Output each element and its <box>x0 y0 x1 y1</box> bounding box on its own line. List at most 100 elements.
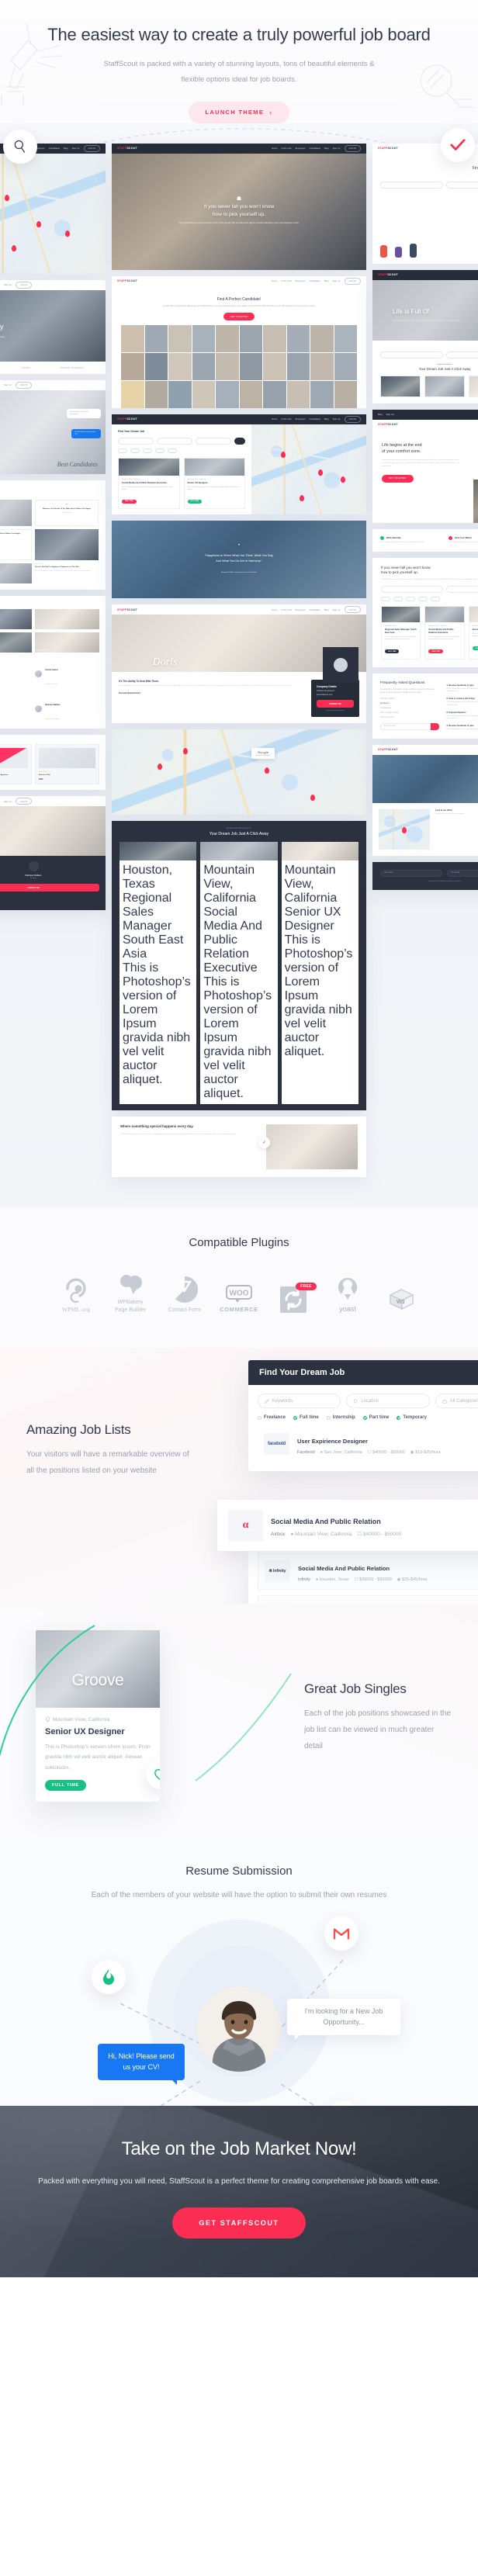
hero-section: The easiest way to create a truly powerf… <box>0 0 478 123</box>
keywords-field[interactable] <box>118 437 154 445</box>
plugin-wpml[interactable]: WPML.org <box>54 1278 98 1314</box>
type-radio-parttime[interactable]: Part time <box>362 1415 389 1420</box>
woocommerce-icon: WOO <box>226 1285 252 1303</box>
deal-title: It’s The Ability To Deal With Them. <box>119 680 159 684</box>
product-card[interactable]: ★★★★☆ Business Plan $150 <box>35 743 99 785</box>
free-badge: FREE <box>296 1283 317 1291</box>
job-card[interactable]: Mountain View, California Social Media A… <box>118 457 180 510</box>
shot-bubble-white: I'm looking for a New Job Opportunity... <box>67 408 101 419</box>
work-remote-body: Lorem gravida nibh vel velit auctor, lor… <box>380 541 424 543</box>
faq-search-input[interactable]: Enter keyword <box>380 722 431 730</box>
faq-link-active[interactable]: Eurlsfaund <box>380 702 439 705</box>
flame-icon <box>103 1968 114 1985</box>
type-chip[interactable] <box>393 597 403 602</box>
type-chip[interactable] <box>381 597 390 602</box>
comfort-sub: Lorem ipsum dolor gravida nibh vel velit… <box>382 459 459 468</box>
job-single-card[interactable]: Groove Mountain View, California Senior … <box>36 1630 160 1802</box>
job-card[interactable]: Houston, Texas Regional Sales Manager So… <box>381 606 421 660</box>
faq-link[interactable]: Company policies <box>380 698 439 700</box>
faq-link[interactable]: How to create a listing <box>380 712 439 714</box>
location-field[interactable] <box>446 586 478 594</box>
get-started-button[interactable]: GET STARTED <box>382 474 414 483</box>
job-title: Social Media And Public Relation <box>298 1565 390 1573</box>
job-row[interactable]: ⦾ Infinity Social Media And Public Relat… <box>258 1553 478 1591</box>
job-card[interactable]: Mountain View, California Senior UX Desi… <box>183 457 245 510</box>
get-staffscout-button[interactable]: GET STAFFSCOUT <box>172 2207 306 2239</box>
contact-me-button[interactable]: CONTACT ME <box>317 700 354 708</box>
job-location: ● San Jose, California <box>320 1450 362 1456</box>
faq-answer: This is Photoshop’s version of Lorem Ips… <box>446 715 478 720</box>
job-card[interactable]: Mountain View, California Social Media A… <box>424 606 465 660</box>
find-candidate-title: Find A Perfect Candidate! <box>216 296 262 302</box>
email-input[interactable]: Your Email... <box>447 869 478 877</box>
type-radio-internship[interactable]: Internship <box>326 1415 355 1420</box>
plugin-label: yoast <box>339 1304 356 1313</box>
search-button[interactable] <box>234 437 245 445</box>
type-chip[interactable] <box>118 448 127 453</box>
plugin-woocommerce[interactable]: WOO COMMERCE <box>217 1284 261 1314</box>
launch-theme-button[interactable]: LAUNCH THEME › <box>188 101 290 123</box>
profile-role: Designer <box>29 878 37 880</box>
chat-bubble-white: I'm looking for a New Job Opportunity... <box>287 1998 400 2040</box>
quote-line2: And What You Do Are In Harmony.” <box>216 559 262 563</box>
faq-link[interactable]: Payment options <box>380 716 439 718</box>
type-chip[interactable] <box>168 448 177 453</box>
keywords-field[interactable] <box>380 181 443 189</box>
type-radio-fulltime[interactable]: Full time <box>293 1415 319 1420</box>
product-title: Business Plan <box>39 774 50 776</box>
keywords-field[interactable] <box>380 351 443 358</box>
location-field[interactable] <box>446 181 478 189</box>
compatible-plugins-section: Compatible Plugins WPML.org WPBakery Pag… <box>0 1208 478 1349</box>
shot-opportunity-title: Opportunity <box>0 323 4 331</box>
plugin-wp-rocket[interactable]: FREE <box>272 1283 317 1314</box>
job-card[interactable]: Mountain View, California Senior UX Desi… <box>281 842 358 1105</box>
type-chip[interactable] <box>431 597 440 602</box>
profile-contact-button[interactable]: CONTACT ME <box>0 884 99 892</box>
plugin-label: WPML.org <box>61 1306 91 1313</box>
type-chip[interactable] <box>155 448 165 453</box>
type-chip[interactable] <box>143 448 152 453</box>
candidate-name: Barbara White <box>36 649 47 651</box>
bookmark-note: Login to bookmark this resume <box>325 710 345 712</box>
get-started-button[interactable]: GET STARTED <box>223 313 255 321</box>
job-row-featured[interactable]: α Social Media And Public Relation Airbo… <box>217 1500 478 1552</box>
company-logo-facebold: facebold <box>264 1433 289 1456</box>
type-radio-freelance[interactable]: Freelance <box>258 1415 286 1420</box>
shot-profile-dark: EmployersCandidates BlogSign Up LOG IN M… <box>0 796 106 911</box>
node-flame[interactable] <box>92 1959 126 1994</box>
keywords-input[interactable]: Keywords <box>258 1394 341 1409</box>
plugin-w3-total-cache[interactable]: W3 <box>380 1287 424 1314</box>
job-card[interactable]: Houston, Texas Regional Sales Manager So… <box>120 842 197 1105</box>
keywords-field[interactable] <box>381 586 443 594</box>
job-row[interactable]: Groove Senior UX Designer Groove ● Mount… <box>258 1595 478 1605</box>
cta-heading: Take on the Job Market Now! <box>121 2138 357 2159</box>
map-preview <box>0 153 106 274</box>
location-input[interactable]: Location <box>346 1394 430 1409</box>
shot-shop-books: ★★★★☆ Marketing & Strategic Solutions Fo… <box>0 734 106 791</box>
location-field[interactable] <box>446 351 478 358</box>
location-field[interactable] <box>157 437 192 445</box>
categories-input[interactable]: All Categories <box>435 1394 478 1409</box>
employer-logo-natgeo: National Geographic <box>60 365 85 369</box>
node-gmail[interactable] <box>324 1916 358 1951</box>
type-radio-temporary[interactable]: Temporary <box>397 1415 427 1420</box>
rating-stars: ★★★★☆ <box>0 770 28 773</box>
faq-link[interactable]: Candidatures <box>380 707 439 709</box>
job-card[interactable]: Mountain View, California Senior UX Desi… <box>468 606 478 660</box>
job-card[interactable]: Mountain View, California Social Media A… <box>200 842 278 1105</box>
type-chip[interactable] <box>406 597 415 602</box>
quote-mark-icon: ” <box>237 544 241 550</box>
product-card[interactable]: ★★★★☆ Marketing & Strategic Solutions Fo… <box>0 743 32 785</box>
type-chip[interactable] <box>130 448 140 453</box>
job-row[interactable]: facebold User Expirience Designer Facebo… <box>258 1426 478 1462</box>
name-input[interactable]: Your name... <box>380 869 442 877</box>
plugin-wpbakery[interactable]: WPBakery Page Builder <box>109 1272 152 1314</box>
mosaic-column-center: STAFFSCOUT Home Find A Job Employers Candi… <box>112 143 366 1178</box>
job-lists-heading: Amazing Job Lists <box>26 1422 131 1438</box>
chat-bubble-blue: Hi, Nick! Please send us your CV! <box>98 2043 185 2085</box>
type-chip[interactable] <box>418 597 428 602</box>
categories-field[interactable] <box>196 437 231 445</box>
faq-search-button[interactable] <box>431 722 440 730</box>
plugin-yoast[interactable]: yoast <box>326 1276 369 1314</box>
plugin-contact-form-7[interactable]: Contact Form <box>163 1276 206 1314</box>
